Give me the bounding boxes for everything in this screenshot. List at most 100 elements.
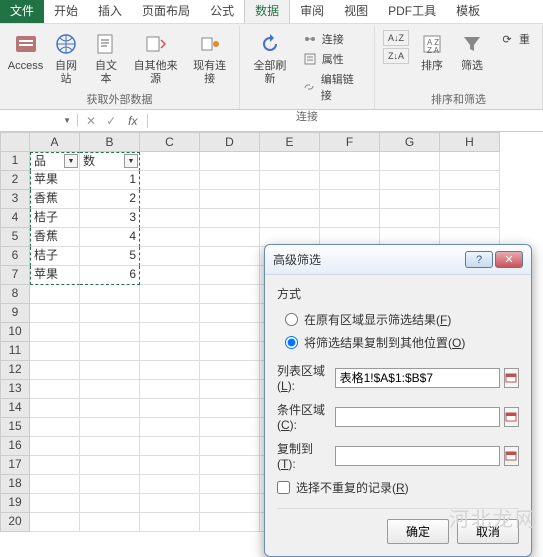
column-header[interactable]: E <box>260 132 320 152</box>
cell[interactable]: 4 <box>80 228 140 247</box>
existing-connections-button[interactable]: 现有连接 <box>186 28 233 88</box>
ok-button[interactable]: 确定 <box>387 519 449 544</box>
cancel-fx-button[interactable]: ✕ <box>84 114 98 128</box>
cell[interactable] <box>140 437 200 456</box>
cell[interactable] <box>200 152 260 171</box>
row-header[interactable]: 19 <box>0 494 30 513</box>
sort-za-button[interactable]: Z↓A <box>383 48 409 64</box>
row-header[interactable]: 10 <box>0 323 30 342</box>
cell[interactable] <box>140 361 200 380</box>
cell[interactable] <box>140 494 200 513</box>
from-text-button[interactable]: 自文本 <box>87 28 125 88</box>
cell[interactable]: 1 <box>80 171 140 190</box>
tab-pdf[interactable]: PDF工具 <box>378 0 446 23</box>
cell[interactable] <box>200 323 260 342</box>
cell[interactable] <box>200 266 260 285</box>
filter-dropdown-button[interactable]: ▼ <box>64 154 78 168</box>
cell[interactable] <box>140 152 200 171</box>
cell[interactable] <box>30 342 80 361</box>
cell[interactable] <box>30 323 80 342</box>
dialog-help-button[interactable]: ? <box>465 251 493 268</box>
cell[interactable]: 香蕉 <box>30 190 80 209</box>
enter-fx-button[interactable]: ✓ <box>104 114 118 128</box>
column-header[interactable]: F <box>320 132 380 152</box>
cell[interactable] <box>140 399 200 418</box>
cell[interactable] <box>260 190 320 209</box>
from-access-button[interactable]: Access <box>6 28 45 75</box>
cell[interactable] <box>200 171 260 190</box>
refresh-all-button[interactable]: 全部刷新 <box>246 28 294 88</box>
cell[interactable] <box>140 323 200 342</box>
cell[interactable] <box>80 513 140 532</box>
cell[interactable] <box>80 361 140 380</box>
cell[interactable] <box>140 228 200 247</box>
cancel-button[interactable]: 取消 <box>457 519 519 544</box>
cell[interactable] <box>200 247 260 266</box>
tab-insert[interactable]: 插入 <box>88 0 132 23</box>
cell[interactable] <box>140 513 200 532</box>
connections-button[interactable]: 连接 <box>298 30 366 48</box>
cell[interactable] <box>200 361 260 380</box>
tab-view[interactable]: 视图 <box>334 0 378 23</box>
properties-button[interactable]: 属性 <box>298 50 366 68</box>
cell[interactable] <box>200 380 260 399</box>
cell[interactable] <box>200 494 260 513</box>
cell[interactable] <box>30 418 80 437</box>
tab-layout[interactable]: 页面布局 <box>132 0 200 23</box>
cell[interactable] <box>30 380 80 399</box>
cell[interactable] <box>140 475 200 494</box>
filter-inplace-radio[interactable] <box>285 313 298 326</box>
row-header[interactable]: 18 <box>0 475 30 494</box>
filter-dropdown-button[interactable]: ▼ <box>124 154 138 168</box>
edit-links-button[interactable]: 编辑链接 <box>298 70 366 104</box>
cell[interactable]: 香蕉 <box>30 228 80 247</box>
cell[interactable] <box>30 475 80 494</box>
row-header[interactable]: 8 <box>0 285 30 304</box>
cell[interactable]: 2 <box>80 190 140 209</box>
unique-records-label[interactable]: 选择不重复的记录(R) <box>296 479 409 496</box>
row-header[interactable]: 16 <box>0 437 30 456</box>
cell[interactable] <box>200 304 260 323</box>
tab-review[interactable]: 审阅 <box>290 0 334 23</box>
criteria-input[interactable] <box>335 407 500 427</box>
formula-input[interactable] <box>148 119 543 123</box>
unique-records-checkbox[interactable] <box>277 481 290 494</box>
cell[interactable] <box>80 380 140 399</box>
row-header[interactable]: 20 <box>0 513 30 532</box>
copyto-picker-button[interactable] <box>504 446 519 466</box>
cell[interactable] <box>200 209 260 228</box>
cell[interactable] <box>80 342 140 361</box>
tab-data[interactable]: 数据 <box>244 0 290 23</box>
column-header[interactable]: G <box>380 132 440 152</box>
cell[interactable] <box>140 209 200 228</box>
sort-button[interactable]: A ZZ A 排序 <box>413 28 451 75</box>
cell[interactable] <box>80 304 140 323</box>
cell[interactable]: 桔子 <box>30 247 80 266</box>
list-range-picker-button[interactable] <box>504 368 519 388</box>
dialog-close-button[interactable]: ✕ <box>495 251 523 268</box>
cell[interactable] <box>30 285 80 304</box>
cell[interactable] <box>200 285 260 304</box>
row-header[interactable]: 14 <box>0 399 30 418</box>
cell[interactable] <box>320 171 380 190</box>
cell[interactable] <box>320 209 380 228</box>
cell[interactable] <box>30 361 80 380</box>
dialog-titlebar[interactable]: 高级筛选 ? ✕ <box>265 245 531 275</box>
column-header[interactable]: A <box>30 132 80 152</box>
column-header[interactable]: D <box>200 132 260 152</box>
cell[interactable] <box>80 437 140 456</box>
cell[interactable] <box>140 418 200 437</box>
cell[interactable] <box>80 494 140 513</box>
cell[interactable] <box>30 304 80 323</box>
from-web-button[interactable]: 自网站 <box>47 28 85 88</box>
fx-label[interactable]: fx <box>124 114 141 128</box>
cell[interactable] <box>80 285 140 304</box>
cell[interactable] <box>30 437 80 456</box>
cell[interactable] <box>440 152 500 171</box>
cell[interactable] <box>140 304 200 323</box>
row-header[interactable]: 13 <box>0 380 30 399</box>
row-header[interactable]: 7 <box>0 266 30 285</box>
cell[interactable]: 品▼ <box>30 152 80 171</box>
row-header[interactable]: 1 <box>0 152 30 171</box>
cell[interactable]: 桔子 <box>30 209 80 228</box>
